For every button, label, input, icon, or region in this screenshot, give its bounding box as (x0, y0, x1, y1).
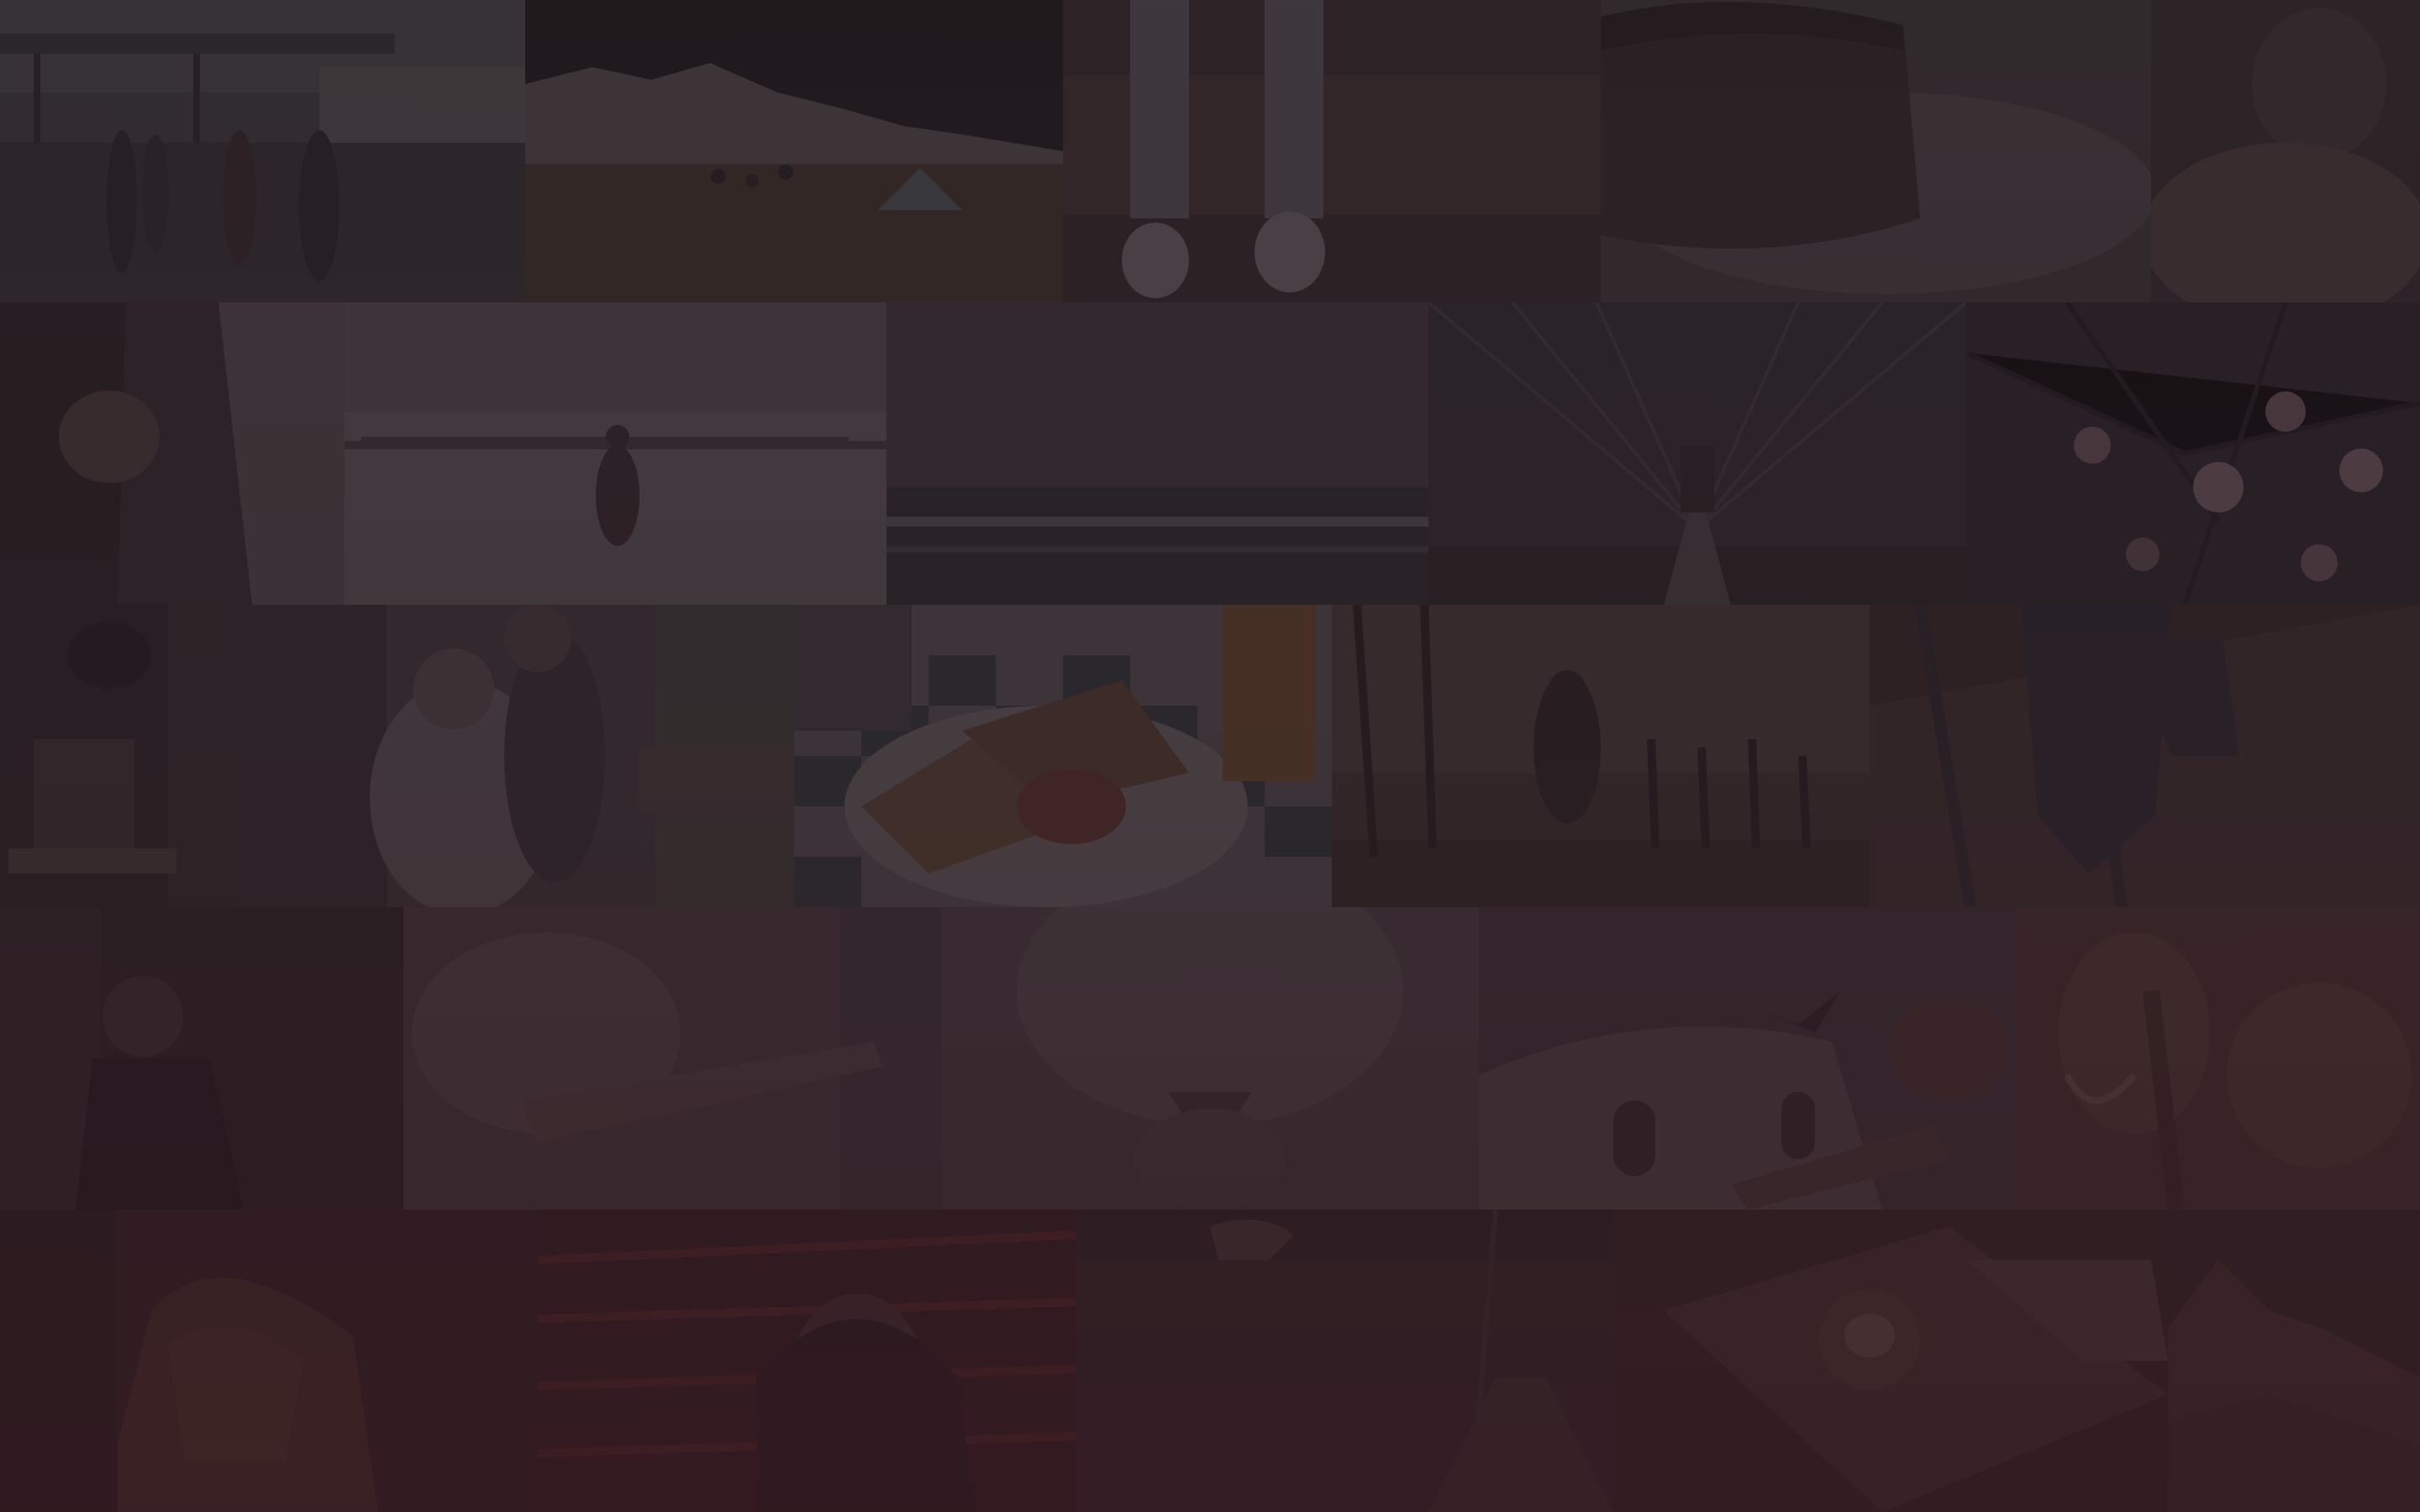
photo-tile-lake-rowboat (1076, 1210, 1613, 1512)
photo-tile-tattooed-woman (403, 907, 941, 1210)
mosaic-row (0, 0, 2420, 302)
photo-tile-brooklyn-bridge (1428, 302, 1966, 605)
mosaic-row (0, 1210, 2420, 1512)
photo-tile-elephant (2017, 907, 2420, 1210)
mosaic-row (0, 302, 2420, 605)
photo-tile-hand-ring (0, 302, 345, 605)
photo-tile-ocean (886, 302, 1428, 605)
photo-tile-snowy-pier (345, 302, 886, 605)
photo-tile-bride-groom (235, 605, 794, 907)
mosaic-row (0, 907, 2420, 1210)
photo-tile-sandwich (0, 1210, 538, 1512)
photo-tile-cake (1601, 0, 2151, 302)
photo-tile-latte-art (1613, 1210, 2168, 1512)
mosaic-row (0, 605, 2420, 907)
photo-tile-cherry-blossoms (1966, 302, 2420, 605)
photo-tile-mountain (2168, 1210, 2420, 1512)
photo-tile-skateboarder (1332, 605, 1870, 907)
photo-tile-boots-deck (1870, 605, 2420, 907)
photo-tile-grilled-cheese (794, 605, 1332, 907)
photo-tile-cat (941, 907, 1479, 1210)
photo-tile-woman-red-lights (538, 1210, 1076, 1512)
photo-tile-pug (2151, 0, 2420, 302)
photo-tile-dome-bird (1479, 907, 2017, 1210)
photo-tile-gas-station (0, 0, 525, 302)
photo-tile-beach (525, 0, 1063, 302)
photo-tile-woman-portrait (0, 907, 403, 1210)
photo-tile-coffee-pour (0, 605, 235, 907)
photo-mosaic-background (0, 0, 2420, 1512)
photo-tile-sneakers (1063, 0, 1601, 302)
